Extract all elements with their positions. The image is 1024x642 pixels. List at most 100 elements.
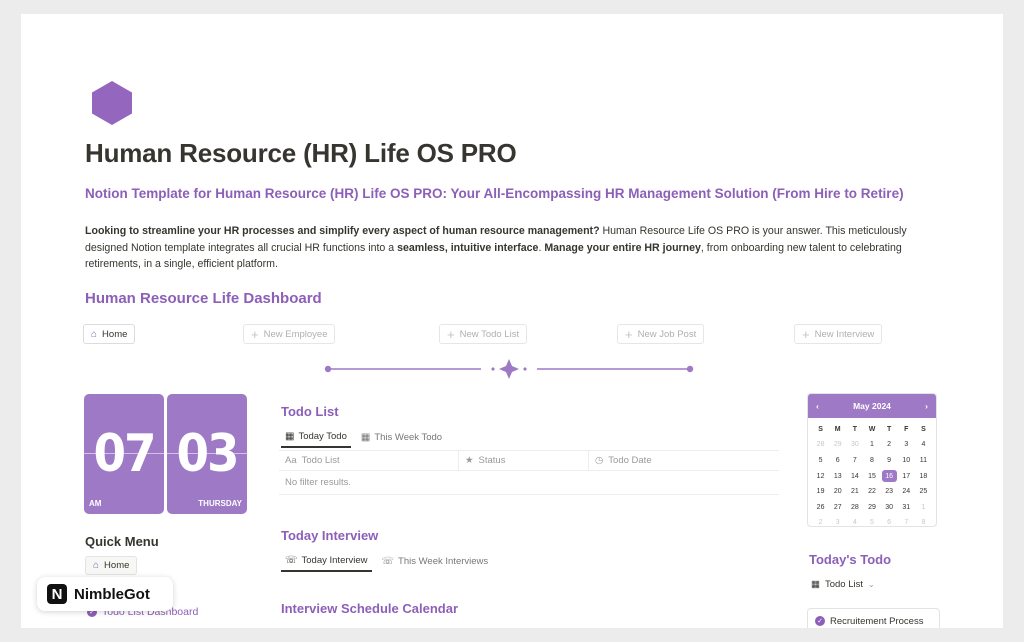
calendar-day-number: 29 <box>868 503 876 511</box>
calendar-day[interactable]: 26 <box>812 500 829 515</box>
calendar-day[interactable]: 28 <box>846 500 863 515</box>
next-month-button[interactable]: › <box>925 401 928 411</box>
calendar-day-number: 8 <box>870 456 874 464</box>
page-description: Looking to streamline your HR processes … <box>85 223 945 273</box>
todo-list-view-selector[interactable]: ▦ Todo List ⌄ <box>811 579 875 590</box>
calendar-day[interactable]: 11 <box>915 453 932 468</box>
calendar-day-number: 2 <box>818 519 823 527</box>
calendar-day[interactable]: 19 <box>812 484 829 499</box>
calendar-day[interactable]: 27 <box>829 500 846 515</box>
status-icon: ★ <box>465 455 474 466</box>
weekday-label: S <box>921 425 926 433</box>
nimblegot-badge[interactable]: N NimbleGot <box>37 577 173 611</box>
calendar-day[interactable]: 31 <box>898 500 915 515</box>
quick-menu-home-button[interactable]: ⌂ Home <box>85 556 138 575</box>
new-job-post-button[interactable]: + New Job Post <box>617 324 705 344</box>
calendar-day[interactable]: 5 <box>812 453 829 468</box>
calendar-day[interactable]: 13 <box>829 469 846 484</box>
calendar-day[interactable]: 10 <box>898 453 915 468</box>
calendar-day[interactable]: 7 <box>898 516 915 526</box>
calendar-day-number: 4 <box>852 519 857 527</box>
calendar-day-number: 29 <box>833 441 842 449</box>
new-todo-list-button[interactable]: + New Todo List <box>439 324 528 344</box>
home-button-label: Home <box>102 328 128 340</box>
new-employee-button[interactable]: + New Employee <box>243 324 336 344</box>
home-button[interactable]: ⌂ Home <box>83 324 136 344</box>
calendar-day[interactable]: 3 <box>829 516 846 526</box>
tab-today-interview-label: Today Interview <box>301 554 368 566</box>
calendar-day-number: 28 <box>816 441 825 449</box>
calendar-day[interactable]: 8 <box>863 453 880 468</box>
tab-today-interview[interactable]: ☏ Today Interview <box>281 550 372 572</box>
empty-state: No filter results. <box>279 471 779 495</box>
description-bold-1: Looking to streamline your HR processes … <box>85 225 600 237</box>
calendar-day[interactable]: 20 <box>829 484 846 499</box>
today-interview-title: Today Interview <box>281 528 379 543</box>
calendar-day-number: 18 <box>919 472 928 480</box>
calendar-day[interactable]: 2 <box>812 516 829 527</box>
calendar-day[interactable]: 2 <box>881 438 898 453</box>
tab-this-week-interviews-label: This Week Interviews <box>398 555 489 567</box>
text-property-icon: Aa <box>285 455 297 466</box>
calendar-day[interactable]: 4 <box>846 516 863 527</box>
flip-divider <box>84 453 164 454</box>
calendar-month: May 2024 <box>853 401 891 411</box>
calendar-day-number: 14 <box>850 472 859 480</box>
calendar-day[interactable]: 18 <box>915 469 932 484</box>
column-status[interactable]: ★ Status <box>459 451 589 470</box>
calendar-day[interactable]: 1 <box>915 500 932 515</box>
calendar-day[interactable]: 30 <box>846 438 863 453</box>
calendar-day[interactable]: 6 <box>881 516 898 526</box>
new-interview-button[interactable]: + New Interview <box>794 324 883 344</box>
calendar-day[interactable]: 1 <box>863 438 880 453</box>
calendar-day-number: 16 <box>881 470 897 483</box>
column-todo-list-label: Todo List <box>301 455 340 466</box>
new-interview-label: New Interview <box>814 328 875 340</box>
calendar-day[interactable]: 21 <box>846 484 863 499</box>
calendar-day[interactable]: 23 <box>881 484 898 499</box>
calendar-day-number: 10 <box>902 456 911 464</box>
calendar-day[interactable]: 15 <box>863 469 880 484</box>
calendar-day-number: 23 <box>885 488 894 496</box>
sparkle-divider <box>324 359 694 379</box>
calendar-day[interactable]: 30 <box>881 500 898 515</box>
calendar-day[interactable]: 12 <box>812 469 829 484</box>
calendar-day[interactable]: 22 <box>863 484 880 499</box>
calendar-day-number: 19 <box>816 488 825 496</box>
calendar-day-today[interactable]: 16 <box>881 469 898 484</box>
calendar-day[interactable]: 14 <box>846 469 863 484</box>
page-subtitle: Notion Template for Human Resource (HR) … <box>85 186 904 201</box>
calendar-day[interactable]: 6 <box>829 453 846 468</box>
calendar-day[interactable]: 8 <box>915 516 932 526</box>
column-todo-date[interactable]: ◷ Todo Date <box>589 451 779 470</box>
calendar-day[interactable]: 5 <box>863 516 880 527</box>
tab-this-week-todo[interactable]: ▦ This Week Todo <box>357 426 446 448</box>
tab-today-todo[interactable]: ▦ Today Todo <box>281 426 351 448</box>
description-bold-3: Manage your entire HR journey <box>544 241 701 254</box>
todo-card[interactable]: ✓ Recruitement Process <box>807 608 940 628</box>
calendar-day-number: 13 <box>833 472 842 480</box>
calendar-day[interactable]: 17 <box>898 469 915 484</box>
calendar-day[interactable]: 25 <box>915 484 932 499</box>
clock-icon: ◷ <box>595 455 604 466</box>
tab-this-week-interviews[interactable]: ☏ This Week Interviews <box>378 550 493 572</box>
calendar-day-number: 22 <box>868 488 876 496</box>
calendar-day-number: 5 <box>870 519 874 527</box>
calendar-day-number: 21 <box>850 488 859 496</box>
headset-icon: ☏ <box>285 554 298 566</box>
prev-month-button[interactable]: ‹ <box>816 401 819 411</box>
calendar-day[interactable]: 28 <box>812 438 829 453</box>
home-icon: ⌂ <box>93 560 100 571</box>
calendar-day[interactable]: 7 <box>846 453 863 468</box>
calendar-day[interactable]: 9 <box>881 453 898 468</box>
calendar-day[interactable]: 29 <box>863 500 880 515</box>
calendar-day[interactable]: 29 <box>829 438 846 453</box>
calendar-day[interactable]: 3 <box>898 438 915 453</box>
calendar-day-number: 12 <box>816 472 825 480</box>
calendar-day-number: 4 <box>921 441 926 449</box>
calendar-day[interactable]: 24 <box>898 484 915 499</box>
todo-list-title: Todo List <box>281 404 339 419</box>
column-todo-list[interactable]: Aa Todo List <box>279 451 459 470</box>
calendar-day[interactable]: 4 <box>915 438 932 453</box>
calendar-day-number: 27 <box>833 503 842 511</box>
